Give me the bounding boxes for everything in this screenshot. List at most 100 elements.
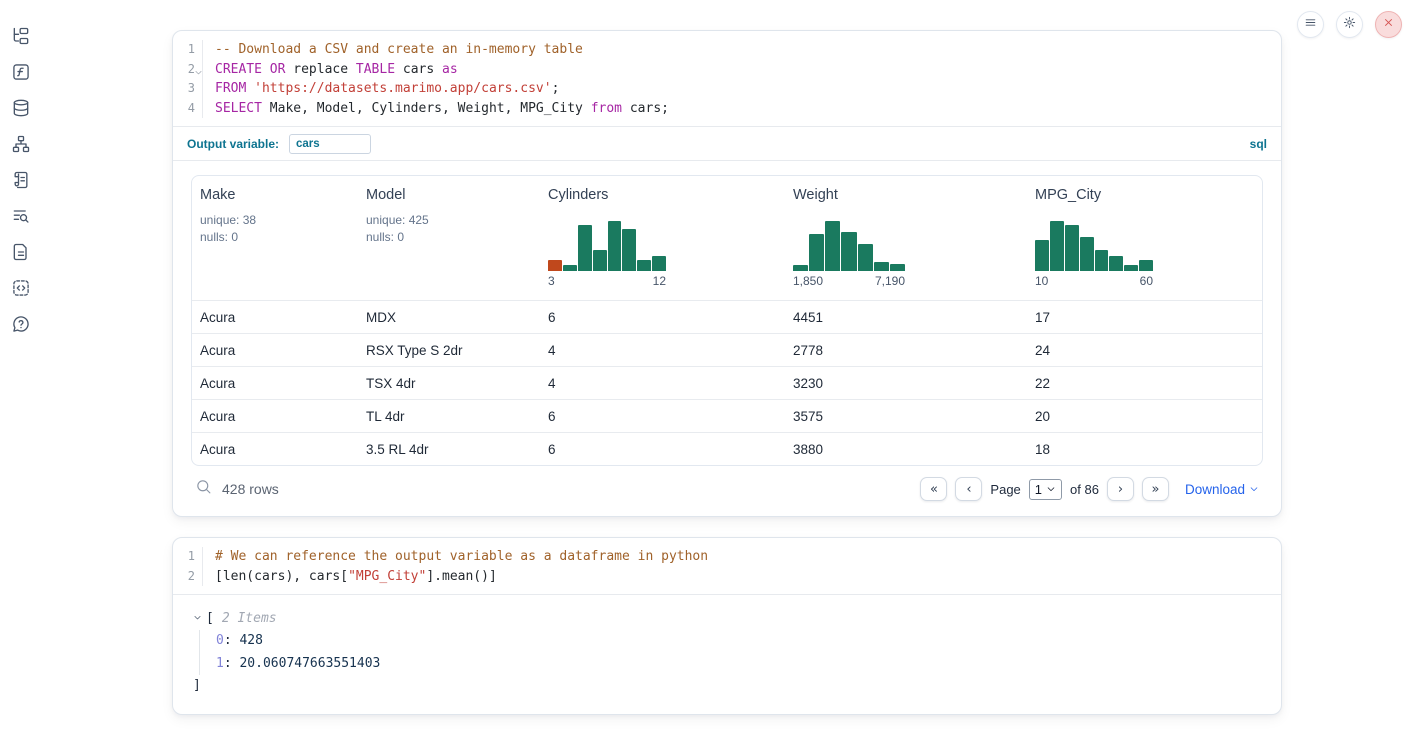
tree-collapse-icon[interactable] bbox=[193, 611, 202, 626]
table-cell: 2778 bbox=[785, 343, 1027, 358]
tree-entry: 0: 428 bbox=[216, 630, 1261, 653]
histogram-bar bbox=[563, 265, 577, 271]
language-badge: sql bbox=[1250, 137, 1267, 151]
output-variable-input[interactable] bbox=[289, 134, 371, 154]
tree-entry-value: 20.060747663551403 bbox=[239, 656, 380, 671]
histogram-bar bbox=[825, 221, 840, 271]
scroll-icon bbox=[11, 170, 31, 195]
search-icon[interactable] bbox=[195, 478, 212, 500]
column-header-weight[interactable]: Weight 1,8507,190 bbox=[785, 176, 1027, 300]
table-cell: 3880 bbox=[785, 442, 1027, 457]
histogram-axis-label: 12 bbox=[653, 274, 666, 288]
histogram-axis-label: 3 bbox=[548, 274, 555, 288]
sidebar-item-dependency-graph[interactable] bbox=[3, 128, 39, 164]
page-select-value: 1 bbox=[1035, 482, 1042, 497]
code-snippet-icon bbox=[11, 278, 31, 303]
hamburger-icon bbox=[1304, 16, 1317, 34]
histogram-bar bbox=[874, 262, 889, 271]
fold-chevron-icon[interactable] bbox=[194, 64, 203, 73]
sidebar-item-file-explorer[interactable] bbox=[3, 20, 39, 56]
table-cell: 4451 bbox=[785, 310, 1027, 325]
column-summary: unique: 38 nulls: 0 bbox=[200, 212, 350, 246]
code-line[interactable]: 4SELECT Make, Model, Cylinders, Weight, … bbox=[173, 99, 1281, 119]
sql-code-editor[interactable]: 1-- Download a CSV and create an in-memo… bbox=[173, 31, 1281, 126]
table-cell: 3230 bbox=[785, 376, 1027, 391]
table-row[interactable]: AcuraTSX 4dr4323022 bbox=[192, 366, 1262, 399]
table-cell: 22 bbox=[1027, 376, 1262, 391]
sidebar-item-logs[interactable] bbox=[3, 200, 39, 236]
table-row[interactable]: AcuraMDX6445117 bbox=[192, 300, 1262, 333]
page-select[interactable]: 1 bbox=[1029, 479, 1062, 500]
tree-entries: 0: 4281: 20.060747663551403 bbox=[199, 630, 1261, 675]
last-page-button[interactable]: » bbox=[1142, 477, 1169, 501]
histogram-axis-label: 10 bbox=[1035, 274, 1048, 288]
column-header-model[interactable]: Model unique: 425 nulls: 0 bbox=[358, 176, 540, 300]
code-line[interactable]: 1# We can reference the output variable … bbox=[173, 547, 1281, 567]
line-number: 3 bbox=[173, 79, 203, 99]
download-button[interactable]: Download bbox=[1185, 482, 1259, 497]
sidebar-item-data-sources[interactable] bbox=[3, 92, 39, 128]
table-cell: MDX bbox=[358, 310, 540, 325]
output-variable-row: Output variable: sql bbox=[173, 127, 1281, 160]
row-count: 428 rows bbox=[222, 481, 279, 497]
table-cell: Acura bbox=[192, 442, 358, 457]
cylinders-histogram: 3 12 bbox=[548, 221, 777, 288]
line-number: 2 bbox=[173, 567, 203, 587]
column-name: Model bbox=[366, 187, 532, 203]
histogram-bar bbox=[809, 234, 824, 272]
table-cell: 24 bbox=[1027, 343, 1262, 358]
python-code-editor[interactable]: 1# We can reference the output variable … bbox=[173, 538, 1281, 594]
chevron-down-icon bbox=[1046, 482, 1056, 497]
histogram-axis-label: 1,850 bbox=[793, 274, 823, 288]
line-number: 1 bbox=[173, 40, 203, 60]
histogram-bar bbox=[578, 225, 592, 272]
code-line[interactable]: 2[len(cars), cars["MPG_City"].mean()] bbox=[173, 567, 1281, 587]
menu-button[interactable] bbox=[1297, 11, 1324, 38]
column-header-mpg-city[interactable]: MPG_City 1060 bbox=[1027, 176, 1262, 300]
sidebar-item-help[interactable] bbox=[3, 308, 39, 344]
sidebar-item-scratchpad[interactable] bbox=[3, 164, 39, 200]
table-row[interactable]: Acura3.5 RL 4dr6388018 bbox=[192, 432, 1262, 465]
page-label: Page bbox=[990, 482, 1020, 497]
column-header-cylinders[interactable]: Cylinders 3 12 bbox=[540, 176, 785, 300]
histogram-axis-label: 7,190 bbox=[875, 274, 905, 288]
sidebar bbox=[0, 0, 42, 729]
graph-icon bbox=[11, 134, 31, 159]
download-label: Download bbox=[1185, 482, 1245, 497]
tree-entry-key: 0 bbox=[216, 633, 224, 648]
close-button[interactable] bbox=[1375, 11, 1402, 38]
table-row[interactable]: AcuraTL 4dr6357520 bbox=[192, 399, 1262, 432]
histogram-bar bbox=[637, 260, 651, 271]
sidebar-item-documentation[interactable] bbox=[3, 236, 39, 272]
python-cell: 1# We can reference the output variable … bbox=[172, 537, 1282, 715]
histogram-bar bbox=[1050, 221, 1064, 271]
column-name: Cylinders bbox=[548, 187, 777, 203]
code-line[interactable]: 1-- Download a CSV and create an in-memo… bbox=[173, 40, 1281, 60]
prev-page-button[interactable]: ‹ bbox=[955, 477, 982, 501]
first-page-button[interactable]: « bbox=[920, 477, 947, 501]
code-line[interactable]: 3FROM 'https://datasets.marimo.app/cars.… bbox=[173, 79, 1281, 99]
histogram-bar bbox=[1080, 237, 1094, 271]
histogram-bar bbox=[1095, 250, 1109, 271]
output-variable-label: Output variable: bbox=[187, 137, 279, 151]
sidebar-item-variables[interactable] bbox=[3, 56, 39, 92]
histogram-bar bbox=[793, 265, 808, 271]
table-row[interactable]: AcuraRSX Type S 2dr4277824 bbox=[192, 333, 1262, 366]
table-cell: Acura bbox=[192, 343, 358, 358]
page-total-label: of 86 bbox=[1070, 482, 1099, 497]
table-cell: 18 bbox=[1027, 442, 1262, 457]
settings-button[interactable] bbox=[1336, 11, 1363, 38]
tree-entry: 1: 20.060747663551403 bbox=[216, 653, 1261, 676]
column-header-make[interactable]: Make unique: 38 nulls: 0 bbox=[192, 176, 358, 300]
code-line[interactable]: 2CREATE OR replace TABLE cars as bbox=[173, 60, 1281, 80]
histogram-bar bbox=[1109, 256, 1123, 271]
code-text: # We can reference the output variable a… bbox=[203, 547, 708, 567]
table-cell: 3575 bbox=[785, 409, 1027, 424]
histogram-bar bbox=[1035, 240, 1049, 271]
sidebar-item-snippets[interactable] bbox=[3, 272, 39, 308]
file-tree-icon bbox=[11, 26, 31, 51]
tree-open-bracket: [ bbox=[206, 611, 214, 626]
table-cell: RSX Type S 2dr bbox=[358, 343, 540, 358]
next-page-button[interactable]: › bbox=[1107, 477, 1134, 501]
histogram-axis-label: 60 bbox=[1140, 274, 1153, 288]
